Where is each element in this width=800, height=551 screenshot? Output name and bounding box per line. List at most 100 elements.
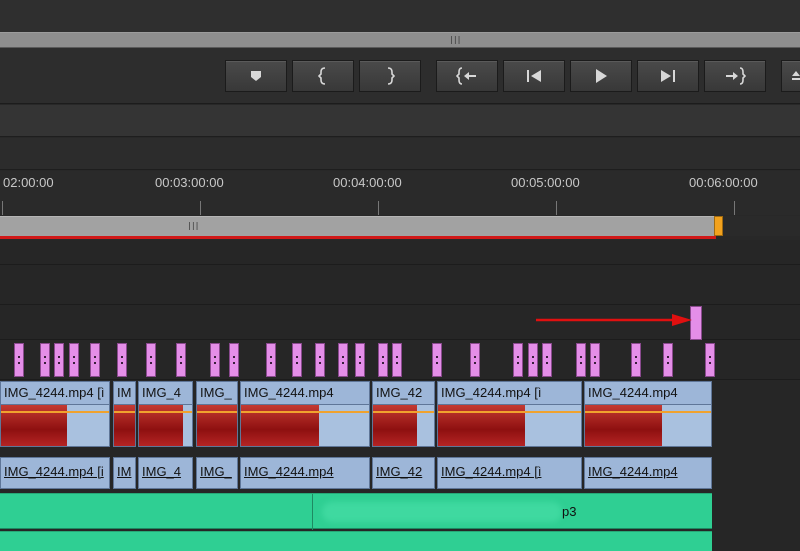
audio-clip[interactable]: IMG_4244.mp4 [i [0, 457, 110, 489]
video-clip-header[interactable]: IM [113, 381, 136, 405]
opacity-line [1, 411, 109, 413]
video-clip-thumbnail[interactable] [437, 405, 582, 447]
ruler-row [0, 138, 800, 170]
clip-marker[interactable] [176, 343, 186, 377]
video-clip-label: IMG_42 [376, 385, 423, 400]
time-ruler[interactable]: 02:00:00 00:03:00:00 00:04:00:00 00:05:0… [0, 171, 800, 215]
video-clip-header[interactable]: IMG_4 [138, 381, 193, 405]
marker-dot [396, 356, 398, 358]
audio-clip[interactable]: IMG_4244.mp4 [240, 457, 370, 489]
video-clip-thumbnail[interactable] [196, 405, 238, 447]
marker-dot [296, 362, 298, 364]
video-clip-thumbnail[interactable] [372, 405, 435, 447]
audio-clip[interactable]: IMG_42 [372, 457, 435, 489]
music-clip-lower[interactable] [0, 531, 712, 551]
clip-marker[interactable] [392, 343, 402, 377]
go-to-in-icon [456, 67, 476, 85]
clip-marker[interactable] [14, 343, 24, 377]
marker-dot [594, 362, 596, 364]
marker-dot [150, 356, 152, 358]
audio-clip[interactable]: IMG_4244.mp4 [584, 457, 712, 489]
annotation-arrow [536, 314, 692, 326]
go-to-in-button[interactable] [436, 60, 498, 92]
audio-clip[interactable]: IMG_4244.mp4 [ì [437, 457, 582, 489]
track-divider [0, 264, 800, 265]
clip-marker[interactable] [338, 343, 348, 377]
clip-marker[interactable] [229, 343, 239, 377]
go-to-out-button[interactable] [704, 60, 766, 92]
clip-marker[interactable] [576, 343, 586, 377]
ruler-tick [2, 201, 3, 215]
mark-out-button[interactable] [359, 60, 421, 92]
add-marker-button[interactable] [225, 60, 287, 92]
clip-marker[interactable] [266, 343, 276, 377]
clip-marker[interactable] [663, 343, 673, 377]
audio-clip[interactable]: IMG_4 [138, 457, 193, 489]
clip-marker[interactable] [470, 343, 480, 377]
step-forward-button[interactable] [637, 60, 699, 92]
video-clip-thumbnail[interactable] [138, 405, 193, 447]
top-scrollbar[interactable]: ||| [0, 32, 800, 48]
marker-dot [121, 362, 123, 364]
extra-button[interactable] [781, 60, 800, 92]
mark-in-icon [318, 67, 326, 85]
video-clip-thumbnail[interactable] [113, 405, 136, 447]
marker-dot [667, 356, 669, 358]
clip-marker[interactable] [146, 343, 156, 377]
audio-clip-label: IMG_4 [142, 464, 182, 479]
video-clip-thumbnail[interactable] [240, 405, 370, 447]
video-clip-thumbnail[interactable] [0, 405, 110, 447]
clip-marker[interactable] [69, 343, 79, 377]
audio-clip-label: IMG_4244.mp4 [588, 464, 678, 479]
step-back-button[interactable] [503, 60, 565, 92]
clip-marker[interactable] [315, 343, 325, 377]
video-clip-label: IM [117, 385, 132, 400]
marker-dot [94, 362, 96, 364]
marker-dot [73, 356, 75, 358]
work-area-bar[interactable]: ||| [0, 216, 716, 236]
work-area-end-handle[interactable] [714, 216, 723, 236]
mark-in-button[interactable] [292, 60, 354, 92]
clip-marker[interactable] [378, 343, 388, 377]
clip-marker[interactable] [210, 343, 220, 377]
clip-marker[interactable] [513, 343, 523, 377]
ruler-tick [378, 201, 379, 215]
clip-marker[interactable] [40, 343, 50, 377]
clip-marker[interactable] [590, 343, 600, 377]
track-divider [0, 379, 800, 380]
clip-marker[interactable] [355, 343, 365, 377]
clip-marker[interactable] [705, 343, 715, 377]
clip-marker[interactable] [432, 343, 442, 377]
music-clip[interactable]: p3 [0, 493, 712, 530]
marker-dot [214, 356, 216, 358]
video-clip-header[interactable]: IMG_4244.mp4 [240, 381, 370, 405]
video-clip-label: IMG_4244.mp4 [244, 385, 334, 400]
timecode-label: 00:04:00:00 [333, 175, 402, 190]
marker-dot [359, 362, 361, 364]
audio-clip[interactable]: IM [113, 457, 136, 489]
marker-dot [180, 362, 182, 364]
clip-marker[interactable] [528, 343, 538, 377]
video-clip-header[interactable]: IMG_4244.mp4 [ì [0, 381, 110, 405]
scrollbar-grip-icon[interactable]: ||| [449, 35, 461, 44]
audio-clip[interactable]: IMG_ [196, 457, 238, 489]
clip-marker[interactable] [54, 343, 64, 377]
music-clip-label: p3 [562, 504, 577, 519]
video-clip-thumbnail[interactable] [584, 405, 712, 447]
marker-dot [546, 362, 548, 364]
video-clip-header[interactable]: IMG_42 [372, 381, 435, 405]
clip-marker[interactable] [542, 343, 552, 377]
video-clip-header[interactable]: IMG_4244.mp4 [584, 381, 712, 405]
video-clip-header[interactable]: IMG_4244.mp4 [ì [437, 381, 582, 405]
clip-marker[interactable] [90, 343, 100, 377]
clip-marker[interactable] [292, 343, 302, 377]
top-strip [0, 0, 800, 32]
marker-dot [517, 362, 519, 364]
timecode-label: 00:05:00:00 [511, 175, 580, 190]
video-clip-header[interactable]: IMG_ [196, 381, 238, 405]
play-button[interactable] [570, 60, 632, 92]
work-area-grip-icon[interactable]: ||| [187, 221, 199, 230]
clip-marker[interactable] [631, 343, 641, 377]
marker-dot [58, 356, 60, 358]
clip-marker[interactable] [117, 343, 127, 377]
